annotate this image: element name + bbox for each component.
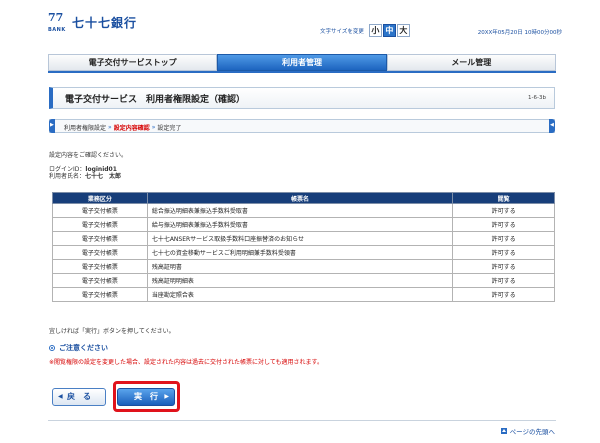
- caution-bullet-icon: [49, 345, 55, 351]
- cell-business-type: 電子交付帳票: [52, 273, 148, 288]
- cell-business-type: 電子交付帳票: [52, 231, 148, 246]
- back-button-label: 戻 る: [67, 392, 91, 401]
- font-size-label: 文字サイズを変更: [320, 28, 364, 35]
- execute-button-label: 実 行: [134, 392, 158, 401]
- tab-mail-management[interactable]: メール管理: [386, 54, 556, 71]
- caution-heading: ご注意ください: [59, 344, 108, 352]
- header-business-type: 業務区分: [52, 192, 148, 204]
- cell-business-type: 電子交付帳票: [52, 217, 148, 232]
- cell-form-name: 総合振込明細表兼振込手数料受取書: [146, 203, 454, 218]
- user-name-value: 七十七 太郎: [85, 173, 122, 180]
- cell-view: 許可する: [452, 231, 555, 246]
- font-size-large-button[interactable]: 大: [396, 24, 410, 37]
- caution-text: ※閲覧権限の設定を変更した場合、設定された内容は過去に交付された帳票に対しても適…: [49, 359, 323, 366]
- logo-mark-text: 77: [48, 11, 64, 24]
- page-title: 電子交付サービス 利用者権限設定（確認）: [65, 95, 246, 105]
- header-form-name: 帳票名: [146, 192, 454, 204]
- login-id-label: ログインID：: [49, 166, 86, 173]
- header-view: 閲覧: [452, 192, 555, 204]
- step-row: 利用者権限設定 » 設定内容確認 » 設定完了: [64, 123, 181, 132]
- cell-form-name: 当座勘定照合表: [146, 287, 454, 302]
- table-row: 電子交付帳票 残高証明明細表 許可する: [52, 273, 555, 288]
- instruction-text: 宜しければ「実行」ボタンを押してください。: [49, 328, 175, 335]
- screen-code: 1-6-3b: [528, 95, 546, 101]
- step-right-cap: ◀: [549, 119, 555, 133]
- triangle-left-icon: ◀: [550, 122, 554, 128]
- cell-view: 許可する: [452, 245, 555, 260]
- cell-form-name: 七十七ANSERサービス取扱手数料口座振替済のお知らせ: [146, 231, 454, 246]
- table-header-row: 業務区分 帳票名 閲覧: [52, 192, 555, 204]
- caution-heading-row: ご注意ください: [49, 343, 108, 353]
- user-info: ログインID：loginid01 利用者氏名：七十七 太郎: [49, 166, 121, 180]
- page-title-box: 電子交付サービス 利用者権限設定（確認） 1-6-3b: [49, 87, 555, 109]
- tab-user-management[interactable]: 利用者管理: [217, 54, 387, 71]
- table-row: 電子交付帳票 給与振込明細表兼振込手数料受取書 許可する: [52, 217, 555, 232]
- cell-form-name: 残高証明明細表: [146, 273, 454, 288]
- step-arrow-icon: »: [151, 124, 156, 131]
- table-row: 電子交付帳票 残高証明書 許可する: [52, 259, 555, 274]
- cell-form-name: 残高証明書: [146, 259, 454, 274]
- bank-logo[interactable]: 77 BANK 七十七銀行: [48, 11, 138, 33]
- user-name-line: 利用者氏名：七十七 太郎: [49, 173, 121, 180]
- step-2-current: 設定内容確認: [113, 125, 150, 132]
- permission-table: 業務区分 帳票名 閲覧 電子交付帳票 総合振込明細表兼振込手数料受取書 許可する 電…: [52, 192, 555, 302]
- main-tabs: 電子交付サービストップ 利用者管理 メール管理: [48, 54, 556, 71]
- cell-view: 許可する: [452, 259, 555, 274]
- logo-name: 七十七銀行: [72, 15, 138, 30]
- login-id-line: ログインID：loginid01: [49, 166, 121, 173]
- datetime: 20XX年05月20日 10時00分00秒: [477, 30, 562, 36]
- footer-divider: [48, 420, 556, 421]
- execute-button[interactable]: 実 行 ▶: [117, 388, 175, 406]
- chevron-left-icon: ◀: [58, 393, 63, 400]
- triangle-right-icon: ▶: [50, 122, 54, 128]
- cell-business-type: 電子交付帳票: [52, 245, 148, 260]
- header: 77 BANK 七十七銀行 文字サイズを変更 小 中 大 20XX年05月20日…: [0, 0, 600, 48]
- table-row: 電子交付帳票 七十七の資金移動サービスご利用明細兼手数料受領書 許可する: [52, 245, 555, 260]
- chevron-right-icon: ▶: [164, 393, 169, 400]
- logo-bank-text: BANK: [48, 27, 66, 33]
- cell-business-type: 電子交付帳票: [52, 287, 148, 302]
- table-row: 電子交付帳票 総合振込明細表兼振込手数料受取書 許可する: [52, 203, 555, 218]
- step-arrow-icon: »: [108, 124, 112, 131]
- cell-form-name: 給与振込明細表兼振込手数料受取書: [146, 217, 454, 232]
- cell-view: 許可する: [452, 287, 555, 302]
- cell-view: 許可する: [452, 273, 555, 288]
- step-1: 利用者権限設定: [64, 125, 107, 132]
- font-size-small-button[interactable]: 小: [368, 24, 382, 37]
- arrow-up-icon: [500, 428, 507, 434]
- tab-underline: [48, 71, 556, 73]
- page-top-link[interactable]: ページの先頭へ: [500, 426, 555, 436]
- page-top-label: ページの先頭へ: [509, 428, 555, 436]
- confirm-text: 設定内容をご確認ください。: [49, 152, 128, 159]
- step-3: 設定完了: [157, 125, 182, 132]
- user-name-label: 利用者氏名：: [49, 173, 86, 180]
- back-button[interactable]: ◀ 戻 る: [52, 388, 106, 406]
- font-size-medium-button[interactable]: 中: [382, 24, 396, 37]
- logo-mark-icon: 77 BANK: [48, 11, 68, 33]
- cell-business-type: 電子交付帳票: [52, 203, 148, 218]
- cell-business-type: 電子交付帳票: [52, 259, 148, 274]
- tab-service-top[interactable]: 電子交付サービストップ: [48, 54, 218, 71]
- cell-view: 許可する: [452, 203, 555, 218]
- cell-form-name: 七十七の資金移動サービスご利用明細兼手数料受領書: [146, 245, 454, 260]
- step-left-cap: ▶: [49, 119, 55, 133]
- cell-view: 許可する: [452, 217, 555, 232]
- table-row: 電子交付帳票 七十七ANSERサービス取扱手数料口座振替済のお知らせ 許可する: [52, 231, 555, 246]
- login-id-value: loginid01: [85, 166, 117, 173]
- table-row: 電子交付帳票 当座勘定照合表 許可する: [52, 287, 555, 302]
- font-size-switcher: 文字サイズを変更 小 中 大: [320, 24, 410, 37]
- step-indicator: ▶ 利用者権限設定 » 設定内容確認 » 設定完了 ◀: [49, 119, 555, 133]
